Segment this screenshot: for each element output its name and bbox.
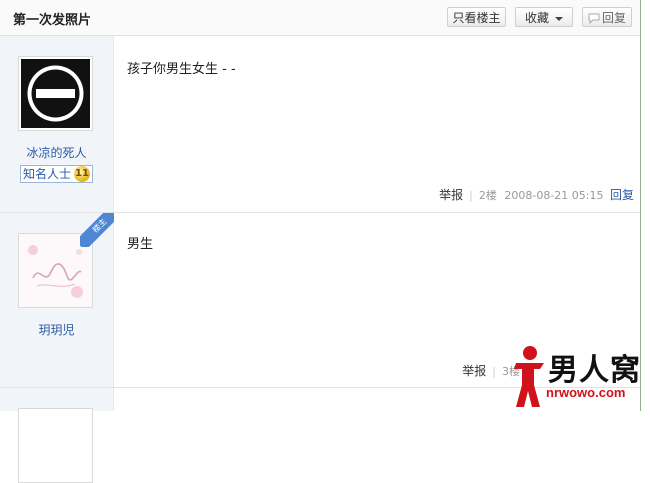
post-content: 孩子你男生女生 - - [127,62,236,77]
post-time: 2008-08-21 05:15 [504,189,604,202]
avatar[interactable] [18,408,93,483]
report-link[interactable]: 举报 [439,188,463,202]
post-content: 男生 [127,237,154,252]
avatar[interactable] [18,56,93,131]
rank-badge: 知名人士 11 [20,165,93,183]
thread-header: 第一次发照片 只看楼主 收藏 回复 [0,0,640,36]
no-entry-avatar-image [21,59,90,128]
reply-button-label: 回复 [601,11,626,25]
thread-owner-badge: 楼主 [80,213,114,247]
speech-bubble-icon [588,13,600,25]
reply-link[interactable]: 回复 [610,188,634,202]
post-author-panel [0,388,114,483]
reply-button[interactable]: 回复 [582,7,632,27]
report-link[interactable]: 举报 [462,364,486,378]
watermark-url: nrwowo.com [546,385,626,400]
floor-number: 2楼 [478,189,497,202]
post-author-panel: 冰凉的死人 知名人士 11 [0,36,114,212]
meta-separator: | [469,189,473,202]
chevron-down-icon [555,16,563,21]
favorite-button[interactable]: 收藏 [515,7,573,27]
rank-label: 知名人士 [23,167,72,181]
thread-owner-label: 楼主 [80,213,114,247]
level-medal-icon: 11 [74,166,90,182]
meta-separator: | [492,365,496,378]
watermark-title: 男人窝 [548,353,641,388]
author-name[interactable]: 冰凉的死人 [0,144,113,161]
author-name[interactable]: 玥玥児 [0,321,113,338]
site-watermark: 男人窝 nrwowo.com [510,345,650,411]
favorite-label: 收藏 [524,11,549,25]
thread-title: 第一次发照片 [13,13,92,28]
thread-page: 第一次发照片 只看楼主 收藏 回复 冰凉的死人 知名人士 11 孩子你男生女生 … [0,0,650,483]
post-floor-2: 冰凉的死人 知名人士 11 孩子你男生女生 - - 举报 | 2楼 2008-08-… [0,36,640,212]
figure-logo-icon [514,346,544,407]
post-meta: 举报 | 2楼 2008-08-21 05:15 回复 [439,186,634,203]
only-owner-button[interactable]: 只看楼主 [447,7,506,27]
